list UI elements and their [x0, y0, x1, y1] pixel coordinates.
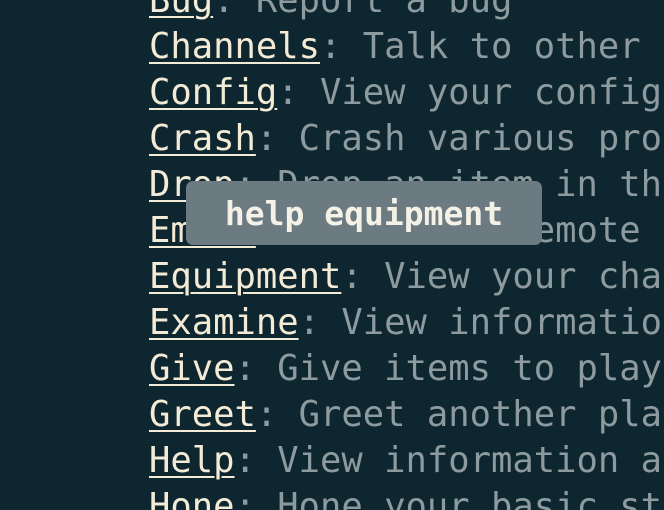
- command-row-give: Give: Give items to playe: [149, 346, 664, 392]
- command-row-crash: Crash: Crash various proc: [149, 116, 664, 162]
- command-description: View your char: [362, 256, 664, 297]
- command-tooltip: help equipment: [186, 181, 542, 245]
- help-command-list: Bug: Report a bug Channels: Talk to othe…: [149, 0, 664, 510]
- command-description: View information ab: [255, 440, 664, 481]
- command-link-config[interactable]: Config: [149, 72, 277, 113]
- command-separator: :: [255, 394, 278, 435]
- command-separator: :: [234, 348, 256, 389]
- command-separator: :: [234, 440, 256, 481]
- command-separator: :: [319, 26, 342, 67]
- command-description: Talk to other p: [341, 26, 664, 67]
- command-row-examine: Examine: View information: [149, 300, 664, 346]
- command-link-channels[interactable]: Channels: [149, 26, 320, 67]
- command-separator: :: [213, 0, 235, 21]
- command-description: Hone your basic st: [255, 486, 662, 510]
- command-separator: :: [255, 118, 278, 159]
- command-link-bug[interactable]: Bug: [149, 0, 213, 21]
- command-row-equipment: Equipment: View your char: [149, 254, 664, 300]
- command-row-hone: Hone: Hone your basic st: [149, 484, 664, 510]
- command-description: Report a bug: [234, 0, 513, 21]
- command-row-greet: Greet: Greet another play: [149, 392, 664, 438]
- command-description: View your config: [298, 72, 662, 113]
- command-link-give[interactable]: Give: [149, 348, 235, 389]
- command-row-help: Help: View information ab: [149, 438, 664, 484]
- command-row-config: Config: View your config: [149, 70, 664, 116]
- command-row-bug: Bug: Report a bug: [149, 0, 664, 24]
- command-separator: :: [298, 302, 320, 343]
- command-separator: :: [234, 486, 256, 510]
- command-link-examine[interactable]: Examine: [149, 302, 299, 343]
- tooltip-text: help equipment: [224, 193, 504, 233]
- command-row-channels: Channels: Talk to other p: [149, 24, 664, 70]
- command-link-crash[interactable]: Crash: [149, 118, 256, 159]
- command-link-equipment[interactable]: Equipment: [149, 256, 341, 297]
- terminal-output: Bug: Report a bug Channels: Talk to othe…: [0, 0, 664, 510]
- command-description: Give items to playe: [255, 348, 664, 389]
- command-link-help[interactable]: Help: [149, 440, 235, 481]
- command-link-greet[interactable]: Greet: [149, 394, 256, 435]
- command-link-hone[interactable]: Hone: [149, 486, 235, 510]
- command-separator: :: [277, 72, 299, 113]
- command-separator: :: [341, 256, 363, 297]
- command-description: View information: [320, 302, 664, 343]
- command-description: Crash various proc: [277, 118, 664, 159]
- command-description: Greet another play: [277, 394, 664, 435]
